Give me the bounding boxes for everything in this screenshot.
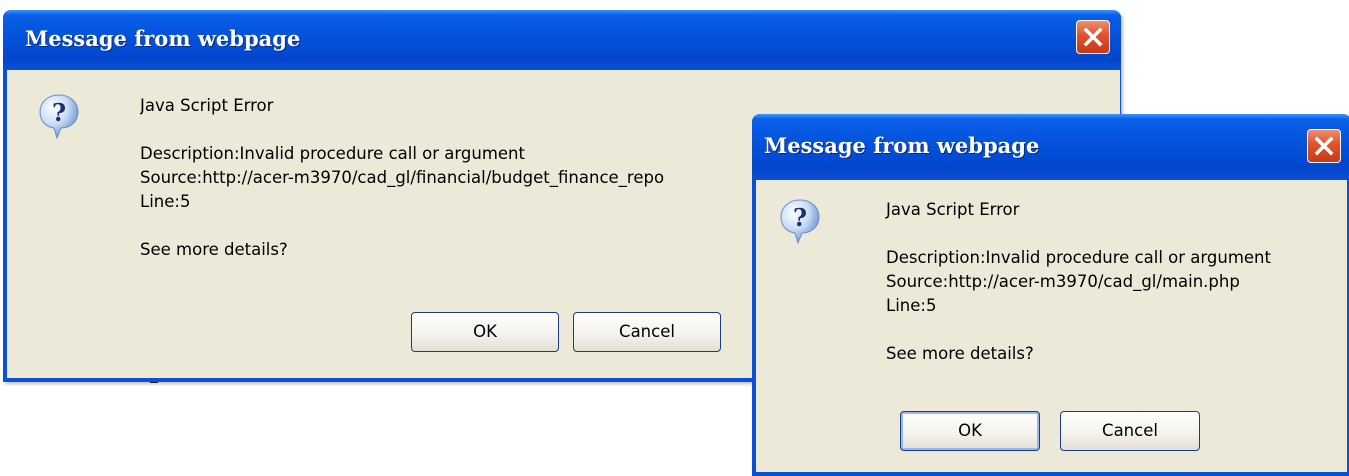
dialog-body: ? Java Script Error Description:Invalid … [756,180,1347,472]
close-icon [1314,136,1334,156]
message-heading: Java Script Error [140,96,274,115]
question-icon: ? [37,92,81,140]
message-heading: Java Script Error [886,200,1020,219]
title-bar[interactable]: Message from webpage [3,10,1121,70]
error-description: Description:Invalid procedure call or ar… [886,248,1271,267]
message-text: Java Script Error Description:Invalid pr… [886,198,1271,366]
svg-text:?: ? [52,98,66,127]
dialog-title: Message from webpage [25,26,301,51]
close-button[interactable] [1076,20,1110,54]
dialog-title: Message from webpage [764,133,1040,158]
svg-text:?: ? [793,203,807,232]
cancel-button[interactable]: Cancel [1060,411,1200,451]
close-icon [1083,27,1103,47]
ok-button[interactable]: OK [900,411,1040,451]
question-icon: ? [778,197,822,245]
message-prompt: See more details? [886,344,1034,363]
cancel-button[interactable]: Cancel [573,312,721,352]
title-bar[interactable]: Message from webpage [752,114,1349,180]
close-button[interactable] [1307,129,1341,163]
ok-button[interactable]: OK [411,312,559,352]
error-line: Line:5 [886,296,937,315]
message-dialog-front: Message from webpage ? Java Script Error… [752,114,1349,476]
error-source: Source:http://acer-m3970/cad_gl/main.php [886,272,1240,291]
